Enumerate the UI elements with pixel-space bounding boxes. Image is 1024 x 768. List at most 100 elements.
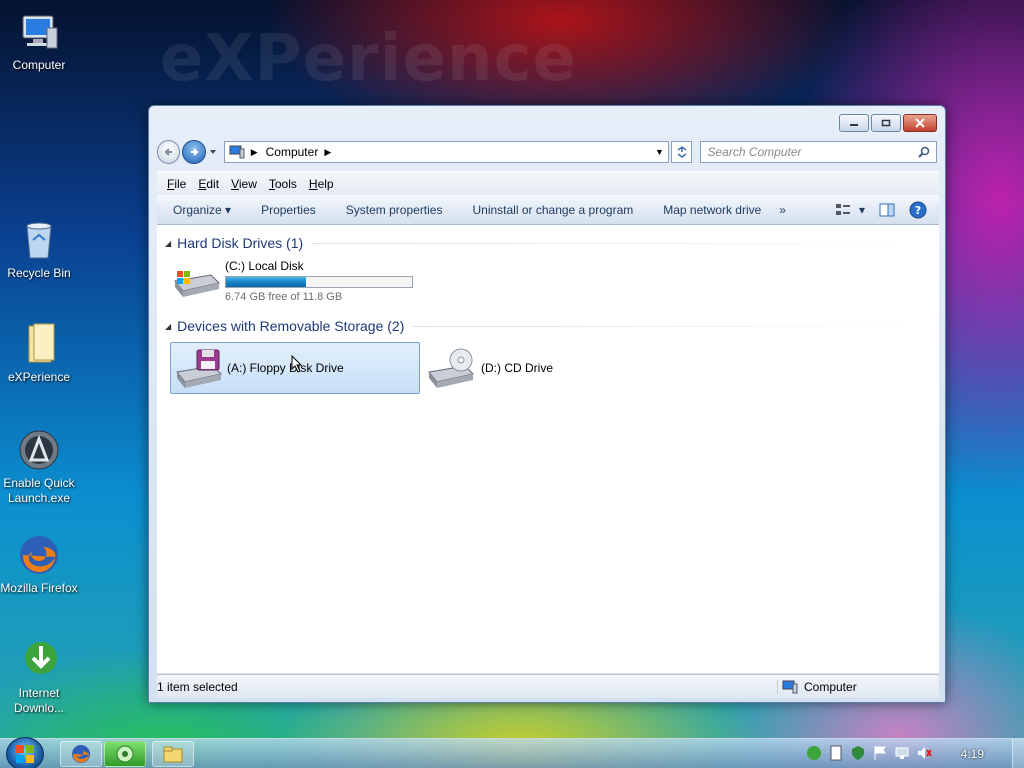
recycle-bin-icon [26, 222, 52, 259]
group-header-hard-disks[interactable]: ◢ Hard Disk Drives (1) [165, 235, 931, 251]
cd-drive-icon [428, 348, 474, 388]
network-download-icon[interactable] [806, 745, 822, 761]
menu-tools[interactable]: Tools [269, 177, 297, 191]
collapse-arrow-icon[interactable]: ◢ [165, 322, 171, 331]
free-space-text: 6.74 GB free of 11.8 GB [225, 291, 343, 303]
desktop-icon-firefox[interactable]: Mozilla Firefox [0, 533, 78, 596]
desktop-icon-idm[interactable]: Internet Downlo... [0, 638, 78, 716]
map-network-drive-button[interactable]: Map network drive [663, 203, 761, 217]
drive-d-cd[interactable]: (D:) CD Drive [425, 344, 553, 392]
quick-launch-icon [19, 430, 59, 470]
floppy-drive-icon [176, 349, 222, 388]
change-view-button[interactable]: ▾ [835, 203, 865, 217]
selection-status: 1 item selected [157, 679, 238, 694]
refresh-icon [677, 146, 687, 158]
desktop-watermark: eXPerience [160, 22, 577, 96]
system-tray [806, 745, 932, 761]
collapse-arrow-icon[interactable]: ◢ [165, 239, 171, 248]
desktop-icon-computer[interactable]: Computer [0, 10, 78, 73]
computer-small-icon [782, 680, 798, 693]
desktop-icon-label: Recycle Bin [7, 266, 71, 280]
desktop-icon-label: Internet Downlo... [13, 686, 65, 715]
address-dropdown-icon[interactable]: ▼ [655, 147, 664, 157]
search-icon[interactable] [918, 146, 930, 158]
view-icon [835, 203, 850, 215]
firefox-icon [20, 536, 58, 574]
forward-arrow-icon [191, 148, 199, 156]
breadcrumb-chevron-icon[interactable]: ▶ [251, 147, 258, 158]
svg-text:?: ? [915, 204, 921, 217]
chevron-down-icon: ▾ [225, 202, 232, 217]
start-button[interactable] [6, 737, 44, 768]
recent-pages-dropdown-icon[interactable] [208, 147, 218, 157]
back-button[interactable] [157, 140, 181, 164]
drive-c[interactable]: (C:) Local Disk 6.74 GB free of 11.8 GB [171, 259, 413, 303]
help-icon[interactable]: ? [909, 201, 927, 219]
search-input[interactable]: Search Computer [700, 141, 937, 163]
chevron-down-icon: ▾ [858, 202, 865, 217]
close-button[interactable] [903, 114, 937, 132]
search-placeholder: Search Computer [707, 145, 802, 159]
document-icon[interactable] [828, 745, 844, 761]
organize-button[interactable]: Organize ▾ [173, 203, 231, 217]
system-properties-button[interactable]: System properties [346, 203, 443, 217]
taskbar-firefox[interactable] [60, 741, 102, 767]
network-icon[interactable] [894, 745, 910, 761]
menu-view[interactable]: View [231, 177, 257, 191]
menu-bar: File Edit View Tools Help [157, 171, 939, 195]
breadcrumb-chevron-icon[interactable]: ▶ [324, 147, 331, 158]
desktop-icon-label: Enable Quick Launch.exe [3, 476, 75, 505]
show-desktop-button[interactable] [1012, 739, 1024, 768]
drive-name: (C:) Local Disk [225, 259, 304, 273]
explorer-icon [163, 746, 183, 763]
desktop-icon-label: eXPerience [7, 370, 71, 384]
status-location-label: Computer [804, 679, 857, 694]
close-icon [915, 118, 925, 128]
taskbar-explorer[interactable] [152, 741, 194, 767]
preview-pane-icon[interactable] [879, 203, 895, 217]
breadcrumb-computer[interactable]: Computer [266, 145, 319, 159]
address-bar[interactable]: ▶ Computer ▶ ▼ [223, 141, 669, 163]
more-commands-button[interactable]: » [779, 203, 786, 217]
minimize-icon [850, 124, 858, 126]
capacity-bar [225, 276, 413, 288]
computer-icon [22, 15, 58, 49]
status-bar: 1 item selected Computer [157, 674, 939, 698]
group-divider [412, 325, 931, 327]
organize-label: Organize [173, 202, 222, 217]
command-bar: Organize ▾ Properties System properties … [157, 195, 939, 225]
desktop-icon-label: Mozilla Firefox [0, 581, 78, 595]
capacity-bar-fill [226, 277, 306, 287]
uninstall-program-button[interactable]: Uninstall or change a program [472, 203, 633, 217]
refresh-button[interactable] [670, 141, 693, 163]
navigation-bar: ▶ Computer ▶ ▼ Search Computer [157, 139, 937, 165]
file-list-pane[interactable]: ◢ Hard Disk Drives (1) (C:) Local Disk 6… [157, 225, 939, 673]
taskbar-green-app[interactable] [104, 741, 146, 767]
action-center-flag-icon[interactable] [872, 745, 888, 761]
desktop-icon-recycle-bin[interactable]: Recycle Bin [0, 218, 78, 281]
menu-help[interactable]: Help [309, 177, 334, 191]
drive-name: (A:) Floppy Disk Drive [227, 361, 344, 375]
caption-buttons [839, 114, 937, 132]
group-header-removable[interactable]: ◢ Devices with Removable Storage (2) [165, 318, 931, 334]
clock[interactable]: 4:19 [961, 747, 984, 761]
menu-file[interactable]: File [167, 177, 186, 191]
forward-button[interactable] [182, 140, 206, 164]
firefox-icon [72, 745, 90, 763]
drive-name: (D:) CD Drive [481, 361, 553, 375]
security-shield-icon[interactable] [850, 745, 866, 761]
desktop-icon-quick-launch[interactable]: Enable Quick Launch.exe [0, 428, 78, 506]
group-title: Hard Disk Drives (1) [177, 235, 304, 251]
restore-icon [881, 119, 891, 127]
minimize-button[interactable] [839, 114, 869, 132]
group-title: Devices with Removable Storage (2) [177, 318, 405, 334]
menu-edit[interactable]: Edit [198, 177, 219, 191]
explorer-window: ▶ Computer ▶ ▼ Search Computer File Edit… [148, 105, 946, 703]
green-app-icon [116, 745, 134, 763]
idm-icon [25, 642, 57, 674]
folder-icon [28, 323, 55, 363]
maximize-button[interactable] [871, 114, 901, 132]
properties-button[interactable]: Properties [261, 203, 316, 217]
desktop-icon-experience[interactable]: eXPerience [0, 322, 78, 385]
volume-muted-icon[interactable] [916, 745, 932, 761]
